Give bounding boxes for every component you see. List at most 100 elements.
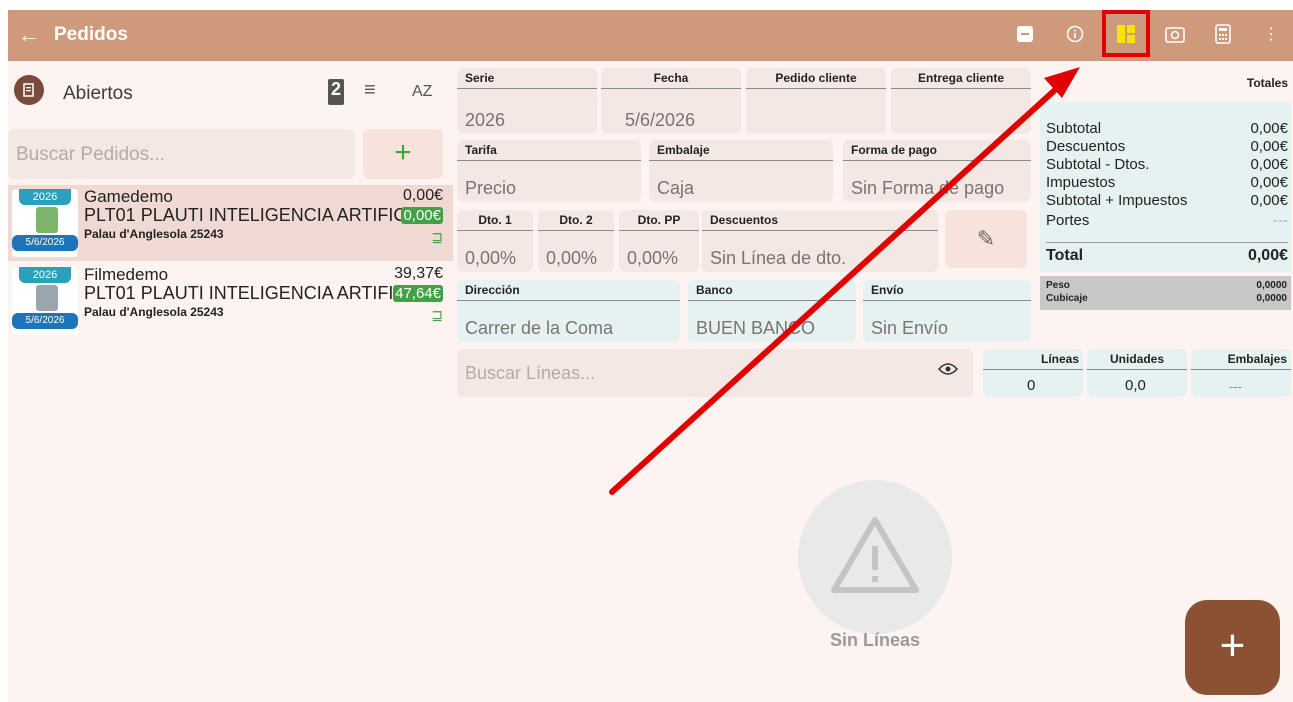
film-image bbox=[36, 285, 58, 311]
envio-value: Sin Envío bbox=[871, 318, 949, 338]
order-year-badge: 2026 bbox=[19, 267, 71, 283]
embalajes-counter: Embalajes --- bbox=[1191, 349, 1291, 397]
orders-filter-label[interactable]: Abiertos bbox=[63, 83, 133, 105]
orders-status-icon[interactable] bbox=[14, 75, 44, 105]
filter-icon[interactable]: ≡ bbox=[364, 79, 376, 102]
totals-row-label: Subtotal bbox=[1046, 120, 1102, 137]
dtopp-field[interactable]: Dto. PP 0,00% bbox=[619, 210, 699, 272]
order-year-badge: 2026 bbox=[19, 189, 71, 205]
totals-row-value: 0,00€ bbox=[1250, 138, 1288, 155]
dtopp-value: 0,00% bbox=[627, 248, 679, 268]
eye-icon[interactable] bbox=[937, 360, 959, 381]
fecha-field[interactable]: Fecha 5/6/2026 bbox=[601, 68, 741, 134]
banco-value: BUEN BANCO bbox=[696, 318, 816, 338]
embalaje-field[interactable]: Embalaje Caja bbox=[649, 140, 833, 202]
dtopp-underline bbox=[619, 230, 699, 231]
embalaje-underline bbox=[649, 160, 833, 161]
descuentos-underline bbox=[702, 230, 938, 231]
dto2-field[interactable]: Dto. 2 0,00% bbox=[538, 210, 614, 272]
peso-value: 0,0000 bbox=[1256, 280, 1287, 291]
totals-row-label: Portes bbox=[1046, 212, 1090, 229]
pedido-cliente-label: Pedido cliente bbox=[775, 71, 857, 85]
minus-square-icon[interactable] bbox=[1014, 23, 1036, 45]
fecha-value: 5/6/2026 bbox=[625, 110, 696, 130]
dto1-field[interactable]: Dto. 1 0,00% bbox=[457, 210, 533, 272]
arrow-left-icon[interactable]: ← bbox=[18, 22, 40, 48]
total-value: 0,00€ bbox=[1247, 247, 1288, 264]
dto2-underline bbox=[538, 230, 614, 231]
orders-count-badge: 2 bbox=[328, 79, 344, 105]
banco-field[interactable]: Banco BUEN BANCO bbox=[688, 280, 856, 342]
order-amount: 0,00€ bbox=[402, 187, 443, 204]
serie-field[interactable]: Serie 2026 bbox=[457, 68, 597, 134]
entrega-cliente-label: Entrega cliente bbox=[917, 71, 1005, 85]
order-list-item[interactable]: 2026 5/6/2026 Filmedemo PLT01 PLAUTI INT… bbox=[8, 263, 453, 339]
totals-title: Totales bbox=[1246, 76, 1288, 90]
totals-row: Portes --- bbox=[1046, 212, 1288, 229]
entrega-cliente-field[interactable]: Entrega cliente bbox=[891, 68, 1031, 134]
envio-label: Envío bbox=[871, 283, 904, 297]
add-line-fab[interactable]: + bbox=[1185, 600, 1280, 695]
dto1-label: Dto. 1 bbox=[478, 213, 512, 227]
order-client: PLT01 PLAUTI INTELIGENCIA ARTIFICIAL bbox=[84, 283, 434, 303]
more-vertical-icon[interactable]: ⋮ bbox=[1260, 23, 1282, 45]
unidades-value: 0,0 bbox=[1125, 377, 1146, 394]
order-amount: 39,37€ bbox=[394, 265, 443, 282]
descuentos-value: Sin Línea de dto. bbox=[710, 248, 847, 268]
camera-icon[interactable] bbox=[1164, 23, 1186, 45]
empty-state-label: Sin Líneas bbox=[829, 630, 921, 650]
embalaje-label: Embalaje bbox=[657, 143, 710, 157]
banco-label: Banco bbox=[696, 283, 733, 297]
forma-pago-label: Forma de pago bbox=[851, 143, 938, 157]
delivery-icon: ⊒ bbox=[431, 229, 443, 245]
banco-underline bbox=[688, 300, 856, 301]
totals-row-label: Subtotal - Dtos. bbox=[1046, 156, 1150, 173]
app-frame: ← Pedidos ⋮ Abiertos 2 ≡ AZ Buscar Pedid… bbox=[8, 10, 1293, 702]
totals-row: Descuentos 0,00€ bbox=[1046, 138, 1288, 155]
pedido-cliente-underline bbox=[746, 88, 886, 89]
edit-discounts-button[interactable]: ✎ bbox=[945, 210, 1027, 268]
dto1-value: 0,00% bbox=[465, 248, 517, 268]
fecha-label: Fecha bbox=[653, 71, 689, 85]
lineas-counter: Líneas 0 bbox=[983, 349, 1083, 397]
direccion-field[interactable]: Dirección Carrer de la Coma bbox=[457, 280, 680, 342]
calculator-icon[interactable] bbox=[1212, 23, 1234, 45]
tarifa-field[interactable]: Tarifa Precio bbox=[457, 140, 641, 202]
forma-pago-underline bbox=[843, 160, 1031, 161]
tarifa-value: Precio bbox=[465, 178, 517, 198]
pedido-cliente-field[interactable]: Pedido cliente bbox=[746, 68, 886, 134]
totals-row-value: 0,00€ bbox=[1250, 192, 1288, 209]
direccion-label: Dirección bbox=[465, 283, 520, 297]
fecha-underline bbox=[601, 88, 741, 89]
entrega-cliente-underline bbox=[891, 88, 1031, 89]
envio-underline bbox=[863, 300, 1031, 301]
totals-panel: Totales Subtotal 0,00€ Descuentos 0,00€ Su… bbox=[1040, 68, 1291, 343]
orders-header: Abiertos 2 ≡ AZ bbox=[8, 69, 453, 121]
order-total-badge: 47,64€ bbox=[393, 285, 443, 302]
search-lines-input[interactable]: Buscar Líneas... bbox=[457, 349, 973, 397]
highlight-box bbox=[1102, 10, 1150, 57]
totals-row: Impuestos 0,00€ bbox=[1046, 174, 1288, 191]
search-orders-input[interactable]: Buscar Pedidos... bbox=[8, 129, 355, 179]
totals-header: Totales bbox=[1040, 68, 1291, 100]
serie-underline bbox=[457, 88, 597, 89]
envio-field[interactable]: Envío Sin Envío bbox=[863, 280, 1031, 342]
order-address: Palau d'Anglesola 25243 bbox=[84, 227, 224, 241]
orders-panel: Abiertos 2 ≡ AZ Buscar Pedidos... + 2026… bbox=[8, 61, 453, 702]
info-icon[interactable] bbox=[1064, 23, 1086, 45]
tarifa-label: Tarifa bbox=[465, 143, 497, 157]
descuentos-field[interactable]: Descuentos Sin Línea de dto. bbox=[702, 210, 938, 272]
sort-az-icon[interactable]: AZ bbox=[412, 83, 432, 101]
forma-pago-field[interactable]: Forma de pago Sin Forma de pago bbox=[843, 140, 1031, 202]
unidades-counter: Unidades 0,0 bbox=[1087, 349, 1187, 397]
direccion-underline bbox=[457, 300, 680, 301]
order-name: Filmedemo bbox=[84, 265, 169, 284]
add-order-button[interactable]: + bbox=[363, 129, 443, 179]
totals-body: Subtotal 0,00€ Descuentos 0,00€ Subtotal -… bbox=[1040, 102, 1291, 272]
top-app-bar: ← Pedidos ⋮ bbox=[8, 10, 1293, 61]
dto1-underline bbox=[457, 230, 533, 231]
order-list-item[interactable]: 2026 5/6/2026 Gamedemo PLT01 PLAUTI INTE… bbox=[8, 185, 453, 261]
cubicaje-label: Cubicaje bbox=[1046, 293, 1088, 304]
embalajes-label: Embalajes bbox=[1227, 352, 1287, 366]
totals-row: Subtotal 0,00€ bbox=[1046, 120, 1288, 137]
